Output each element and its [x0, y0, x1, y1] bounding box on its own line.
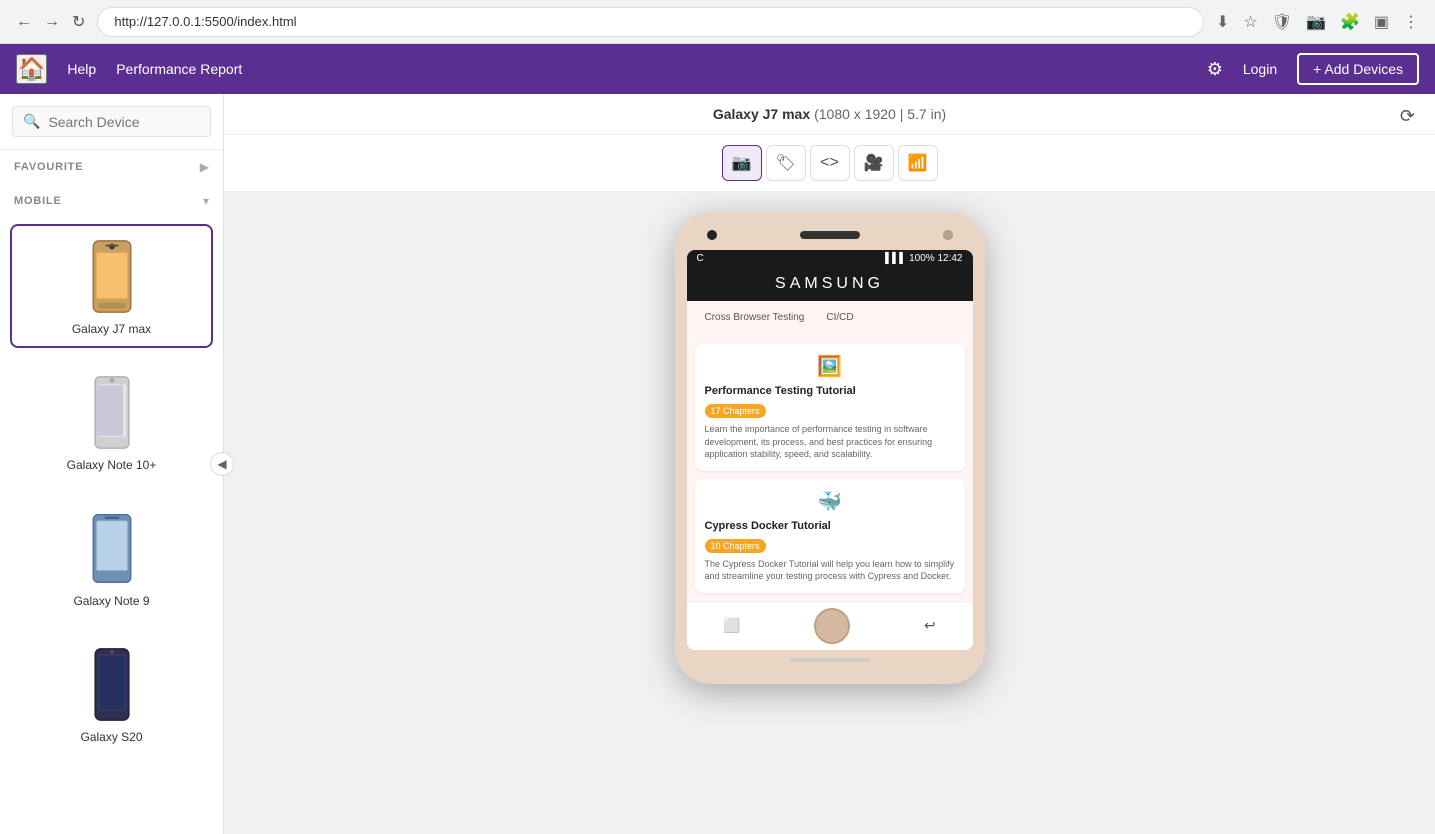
- shield-icon[interactable]: 🛡: [1268, 8, 1296, 36]
- tab-cicd[interactable]: CI/CD: [818, 309, 861, 328]
- phone-tabs: Cross Browser Testing CI/CD: [687, 301, 973, 336]
- card1-description: Learn the importance of performance test…: [705, 423, 955, 461]
- add-devices-button[interactable]: + Add Devices: [1297, 53, 1419, 85]
- forward-button[interactable]: →: [40, 9, 64, 35]
- device-thumb-note9: [82, 508, 142, 588]
- sidebar: 🔍 FAVOURITE ▶ MOBILE ▾: [0, 94, 224, 834]
- galaxy-note10-image: [87, 375, 137, 450]
- card2-badge: 10 Chapters: [705, 539, 766, 553]
- search-input-wrap: 🔍: [12, 106, 211, 137]
- galaxy-j7-max-name: Galaxy J7 max: [22, 322, 201, 336]
- address-bar[interactable]: http://127.0.0.1:5500/index.html: [97, 7, 1204, 37]
- app-container: 🏠 Help Performance Report ⚙ Login + Add …: [0, 44, 1435, 834]
- card2-title: Cypress Docker Tutorial: [705, 520, 955, 532]
- device-header-info: (1080 x 1920 | 5.7 in): [814, 106, 946, 122]
- logo-button[interactable]: 🏠: [16, 54, 47, 84]
- mobile-section-header[interactable]: MOBILE ▾: [0, 184, 223, 218]
- galaxy-note9-name: Galaxy Note 9: [22, 594, 201, 608]
- card2-icon: 🐳: [705, 489, 955, 514]
- sidebar-toggle-icon[interactable]: ▣: [1370, 8, 1393, 36]
- time-text: 12:42: [937, 253, 962, 264]
- video-tool-button[interactable]: 🎥: [854, 145, 894, 181]
- battery-text: 100%: [909, 253, 935, 264]
- search-icon: 🔍: [23, 113, 40, 130]
- back-nav-icon[interactable]: ↩: [924, 617, 936, 634]
- signal-icon: ▌▌▌: [885, 253, 906, 264]
- extension-icon[interactable]: 🧩: [1336, 8, 1364, 36]
- settings-button[interactable]: ⚙: [1207, 59, 1223, 80]
- back-button[interactable]: ←: [12, 9, 36, 35]
- wifi-tool-button[interactable]: 📶: [898, 145, 938, 181]
- url-text: http://127.0.0.1:5500/index.html: [114, 14, 296, 29]
- device-card-galaxy-j7-max[interactable]: Galaxy J7 max: [10, 224, 213, 348]
- favourite-section-header[interactable]: FAVOURITE ▶: [0, 150, 223, 184]
- search-box: 🔍: [0, 94, 223, 150]
- code-tool-button[interactable]: <>: [810, 145, 850, 181]
- phone-screen: C ▌▌▌ 100% 12:42 SAMSUNG: [687, 250, 973, 650]
- refresh-button[interactable]: ↻: [68, 8, 89, 36]
- main-panel: Galaxy J7 max (1080 x 1920 | 5.7 in) ⟳ 📷…: [224, 94, 1435, 834]
- bookmark-icon[interactable]: ☆: [1239, 8, 1261, 36]
- brand-text: SAMSUNG: [775, 275, 884, 292]
- galaxy-s20-image: [87, 647, 137, 722]
- device-thumb-note10: [82, 372, 142, 452]
- favourite-label: FAVOURITE: [14, 161, 83, 173]
- tag-tool-button[interactable]: 🏷: [766, 145, 806, 181]
- device-toolbar: 📷 🏷 <> 🎥 📶: [224, 135, 1435, 192]
- galaxy-j7-max-image: [87, 239, 137, 314]
- device-header-name: Galaxy J7 max: [713, 106, 810, 122]
- tab-cross-browser[interactable]: Cross Browser Testing: [697, 309, 813, 328]
- mobile-arrow-icon: ▾: [203, 194, 209, 208]
- status-right: ▌▌▌ 100% 12:42: [885, 253, 962, 264]
- performance-testing-card[interactable]: 🖼️ Performance Testing Tutorial 17 Chapt…: [695, 344, 965, 471]
- galaxy-s20-name: Galaxy S20: [22, 730, 201, 744]
- device-thumb: [82, 236, 142, 316]
- help-link[interactable]: Help: [67, 61, 96, 77]
- device-card-galaxy-s20[interactable]: Galaxy S20: [10, 632, 213, 756]
- top-nav: 🏠 Help Performance Report ⚙ Login + Add …: [0, 44, 1435, 94]
- galaxy-note10-name: Galaxy Note 10+: [22, 458, 201, 472]
- device-header: Galaxy J7 max (1080 x 1920 | 5.7 in) ⟳: [224, 94, 1435, 135]
- device-refresh-button[interactable]: ⟳: [1400, 106, 1415, 127]
- recent-apps-icon[interactable]: ⬜: [723, 617, 740, 634]
- download-icon[interactable]: ⬇: [1212, 8, 1233, 36]
- search-input[interactable]: [48, 114, 200, 130]
- device-thumb-s20: [82, 644, 142, 724]
- device-viewport[interactable]: C ▌▌▌ 100% 12:42 SAMSUNG: [224, 192, 1435, 834]
- device-card-galaxy-note-10-plus[interactable]: Galaxy Note 10+: [10, 360, 213, 484]
- performance-report-link[interactable]: Performance Report: [116, 61, 242, 77]
- screenshot-tool-button[interactable]: 📷: [722, 145, 762, 181]
- card2-description: The Cypress Docker Tutorial will help yo…: [705, 558, 955, 583]
- browser-actions: ⬇ ☆ 🛡 📷 🧩 ▣ ⋮: [1212, 8, 1423, 36]
- phone-status-bar: C ▌▌▌ 100% 12:42: [687, 250, 973, 267]
- phone-nav-bar: ⬜ ↩: [687, 601, 973, 650]
- card1-icon: 🖼️: [705, 354, 955, 379]
- phone-content: Cross Browser Testing CI/CD 🖼️ Performan…: [687, 301, 973, 601]
- sidebar-wrapper: 🔍 FAVOURITE ▶ MOBILE ▾: [0, 94, 224, 834]
- login-button[interactable]: Login: [1243, 61, 1277, 77]
- mobile-label: MOBILE: [14, 195, 62, 207]
- phone-speaker: [800, 231, 860, 239]
- more-icon[interactable]: ⋮: [1399, 8, 1423, 36]
- phone-top-hardware: [687, 230, 973, 250]
- home-button[interactable]: [814, 608, 850, 644]
- phone-camera: [943, 230, 953, 240]
- phone-frame: C ▌▌▌ 100% 12:42 SAMSUNG: [675, 212, 985, 684]
- card1-title: Performance Testing Tutorial: [705, 385, 955, 397]
- browser-nav-buttons: ← → ↻: [12, 8, 89, 36]
- phone-home-indicator: [790, 658, 870, 662]
- browser-chrome: ← → ↻ http://127.0.0.1:5500/index.html ⬇…: [0, 0, 1435, 44]
- tutorial-cards: 🖼️ Performance Testing Tutorial 17 Chapt…: [687, 336, 973, 601]
- main-content: 🔍 FAVOURITE ▶ MOBILE ▾: [0, 94, 1435, 834]
- samsung-logo: SAMSUNG: [687, 267, 973, 301]
- favourite-arrow-icon: ▶: [200, 160, 209, 174]
- phone-speaker-hole: [707, 230, 717, 240]
- status-left: C: [697, 253, 704, 264]
- cypress-docker-card[interactable]: 🐳 Cypress Docker Tutorial 10 Chapters Th…: [695, 479, 965, 593]
- camera-icon[interactable]: 📷: [1302, 8, 1330, 36]
- sidebar-collapse-button[interactable]: ◀: [210, 452, 234, 476]
- device-card-galaxy-note-9[interactable]: Galaxy Note 9: [10, 496, 213, 620]
- card1-badge: 17 Chapters: [705, 404, 766, 418]
- galaxy-note9-image: [87, 511, 137, 586]
